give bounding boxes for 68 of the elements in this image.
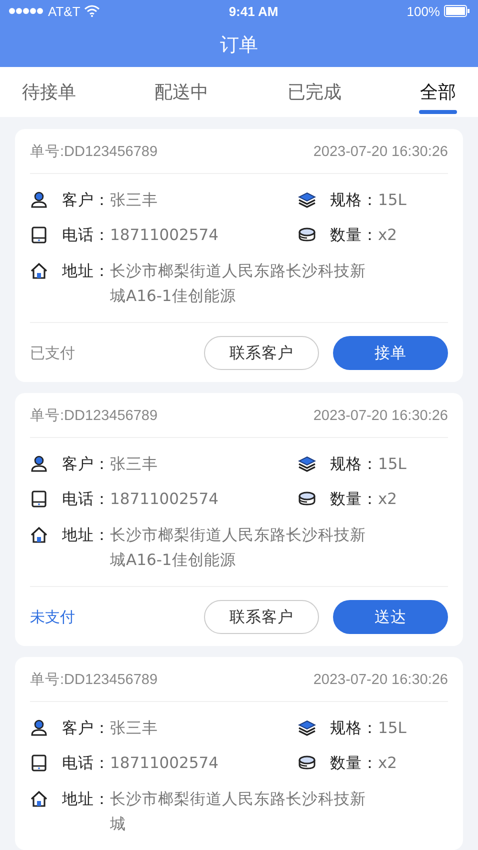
field-label: 规格： — [330, 190, 378, 211]
tab[interactable]: 已完成 — [285, 67, 344, 117]
tab[interactable]: 待接单 — [20, 67, 78, 117]
person-icon — [30, 455, 48, 473]
field-value: 张三丰 — [110, 718, 158, 739]
field-label: 客户： — [62, 454, 110, 475]
field-value: 张三丰 — [110, 190, 158, 211]
order-time: 2023-07-20 16:30:26 — [313, 671, 448, 690]
field-value: 15L — [378, 190, 406, 211]
payment-status: 未支付 — [30, 608, 76, 626]
field-label: 地址： — [62, 525, 110, 546]
field-value: 18711002574 — [110, 225, 218, 246]
layers-icon — [298, 191, 316, 209]
contact-button[interactable]: 联系客户 — [204, 336, 319, 370]
battery-percent: 100% — [406, 4, 440, 18]
field-label: 电话： — [62, 225, 110, 246]
signal-icon — [8, 7, 44, 15]
order-time: 2023-07-20 16:30:26 — [313, 143, 448, 162]
field-value: 长沙市榔梨街道人民东路长沙科技新城A16-1佳创能源 — [110, 525, 367, 571]
field-label: 电话： — [62, 753, 110, 774]
field-value: x2 — [378, 489, 398, 510]
house-icon — [30, 526, 48, 544]
field-value: 长沙市榔梨街道人民东路长沙科技新城A16-1佳创能源 — [110, 261, 367, 307]
status-time: 9:41 AM — [228, 4, 278, 18]
field-value: x2 — [378, 225, 398, 246]
house-icon — [30, 790, 48, 808]
house-icon — [30, 262, 48, 280]
person-icon — [30, 719, 48, 737]
field-value: x2 — [378, 753, 398, 774]
carrier-name: AT&T — [48, 4, 80, 18]
field-label: 地址： — [62, 789, 110, 810]
field-label: 规格： — [330, 454, 378, 475]
contact-button[interactable]: 联系客户 — [204, 600, 319, 634]
field-label: 数量： — [330, 753, 378, 774]
coin-stack-icon — [298, 754, 316, 772]
coin-stack-icon — [298, 226, 316, 244]
field-value: 15L — [378, 718, 406, 739]
tab[interactable]: 配送中 — [152, 67, 211, 117]
tablet-icon — [30, 754, 48, 772]
field-value: 15L — [378, 454, 406, 475]
field-label: 规格： — [330, 718, 378, 739]
coin-stack-icon — [298, 490, 316, 508]
order-time: 2023-07-20 16:30:26 — [313, 407, 448, 426]
field-label: 电话： — [62, 489, 110, 510]
field-label: 地址： — [62, 261, 110, 282]
action-button[interactable]: 接单 — [333, 336, 448, 370]
layers-icon — [298, 719, 316, 737]
page-title: 订单 — [220, 32, 258, 58]
field-value: 长沙市榔梨街道人民东路长沙科技新城 — [110, 789, 367, 835]
person-icon — [30, 191, 48, 209]
field-label: 客户： — [62, 718, 110, 739]
action-button[interactable]: 送达 — [333, 600, 448, 634]
tablet-icon — [30, 226, 48, 244]
field-value: 18711002574 — [110, 753, 218, 774]
order-number: 单号:DD123456789 — [30, 143, 158, 162]
tab[interactable]: 全部 — [418, 67, 458, 117]
order-number: 单号:DD123456789 — [30, 671, 158, 690]
field-label: 数量： — [330, 489, 378, 510]
payment-status: 已支付 — [30, 344, 76, 362]
field-label: 数量： — [330, 225, 378, 246]
layers-icon — [298, 455, 316, 473]
field-value: 张三丰 — [110, 454, 158, 475]
order-number: 单号:DD123456789 — [30, 407, 158, 426]
field-value: 18711002574 — [110, 489, 218, 510]
tablet-icon — [30, 490, 48, 508]
wifi-icon — [84, 5, 100, 17]
field-label: 客户： — [62, 190, 110, 211]
battery-icon — [444, 5, 470, 17]
